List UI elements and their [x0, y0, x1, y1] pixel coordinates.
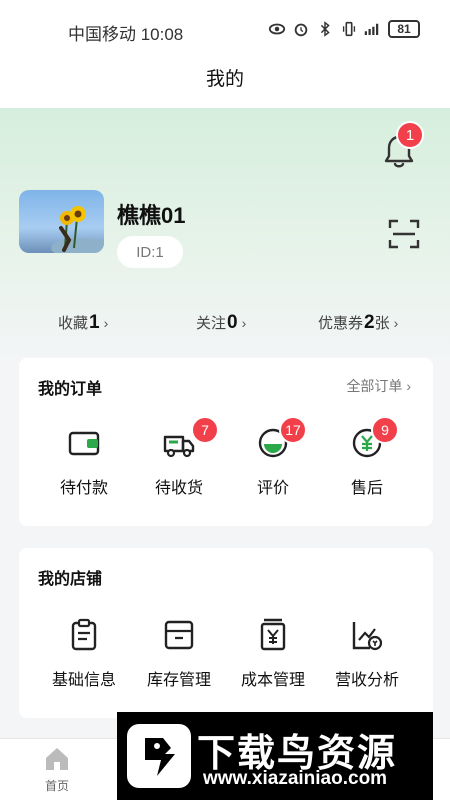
- chevron-right-icon: ›: [393, 315, 399, 331]
- orders-title: 我的订单: [38, 381, 103, 398]
- stat-label: 关注: [196, 315, 227, 332]
- stat-value: 1: [89, 312, 100, 333]
- shop-title: 我的店铺: [38, 571, 103, 588]
- stat-coupons[interactable]: 优惠券 2 张 ›: [318, 312, 398, 334]
- user-id-badge: ID:1: [117, 236, 183, 268]
- shop-cost[interactable]: 成本管理: [223, 618, 323, 690]
- watermark-banner: 下载鸟资源 www.xiazainiao.com: [117, 712, 433, 800]
- stat-unit: 张: [374, 315, 390, 332]
- shop-inventory[interactable]: 库存管理: [129, 618, 229, 690]
- page-title: 我的: [205, 69, 244, 90]
- cost-icon: [260, 618, 286, 651]
- stat-label: 收藏: [58, 315, 89, 332]
- stat-value: 0: [227, 312, 238, 333]
- stat-following[interactable]: 关注 0 ›: [196, 312, 246, 334]
- wallet-icon: [68, 431, 100, 456]
- all-orders-link[interactable]: 全部订单 ›: [346, 376, 411, 396]
- chevron-right-icon: ›: [241, 315, 247, 331]
- bluetooth-icon: [320, 21, 330, 37]
- order-after-sale[interactable]: 售后 9: [317, 416, 417, 498]
- alarm-icon: [294, 23, 308, 37]
- shop-revenue-analysis[interactable]: 营收分析: [317, 618, 417, 690]
- stat-label: 优惠券: [318, 315, 364, 332]
- order-review[interactable]: 评价 17: [223, 416, 323, 498]
- signal-icon: [364, 23, 379, 35]
- orders-card: 我的订单 全部订单 › 待付款 待收货 7 评价 17 售后 9: [19, 358, 433, 526]
- order-badge: 17: [279, 416, 307, 444]
- sunflower-image: [51, 206, 104, 253]
- stats-row: 收藏 1 › 关注 0 › 优惠券 2 张 ›: [0, 312, 450, 340]
- bird-logo-icon: [127, 724, 191, 788]
- chevron-right-icon: ›: [103, 315, 109, 331]
- battery-icon: 81: [388, 20, 420, 38]
- status-bar: 中国移动 10:08 81: [0, 0, 450, 60]
- watermark-url: www.xiazainiao.com: [203, 768, 388, 789]
- clipboard-icon: [71, 618, 97, 651]
- avatar[interactable]: [19, 190, 104, 253]
- stat-value: 2: [364, 312, 375, 333]
- vibrate-icon: [342, 21, 356, 37]
- revenue-chart-icon: [352, 622, 383, 651]
- eye-icon: [268, 23, 286, 35]
- status-icons: 81: [268, 20, 420, 38]
- notification-badge: 1: [396, 121, 424, 149]
- scan-icon[interactable]: [388, 218, 420, 250]
- stat-favorites[interactable]: 收藏 1 ›: [58, 312, 108, 334]
- inventory-box-icon: [164, 620, 194, 650]
- order-badge: 9: [371, 416, 399, 444]
- username: 樵樵01: [117, 203, 186, 228]
- order-pending-payment[interactable]: 待付款: [34, 426, 134, 498]
- order-pending-receipt[interactable]: 待收货 7: [129, 416, 229, 498]
- home-icon: [46, 748, 68, 770]
- order-badge: 7: [191, 416, 219, 444]
- shop-card: 我的店铺 基础信息 库存管理 成本管理 营收分析: [19, 548, 433, 718]
- nav-bar: 我的: [0, 60, 450, 108]
- tab-home[interactable]: 首页: [22, 745, 92, 794]
- tab-home-label: 首页: [44, 779, 69, 793]
- shop-basic-info[interactable]: 基础信息: [34, 618, 134, 690]
- status-carrier-time: 中国移动 10:08: [68, 25, 184, 44]
